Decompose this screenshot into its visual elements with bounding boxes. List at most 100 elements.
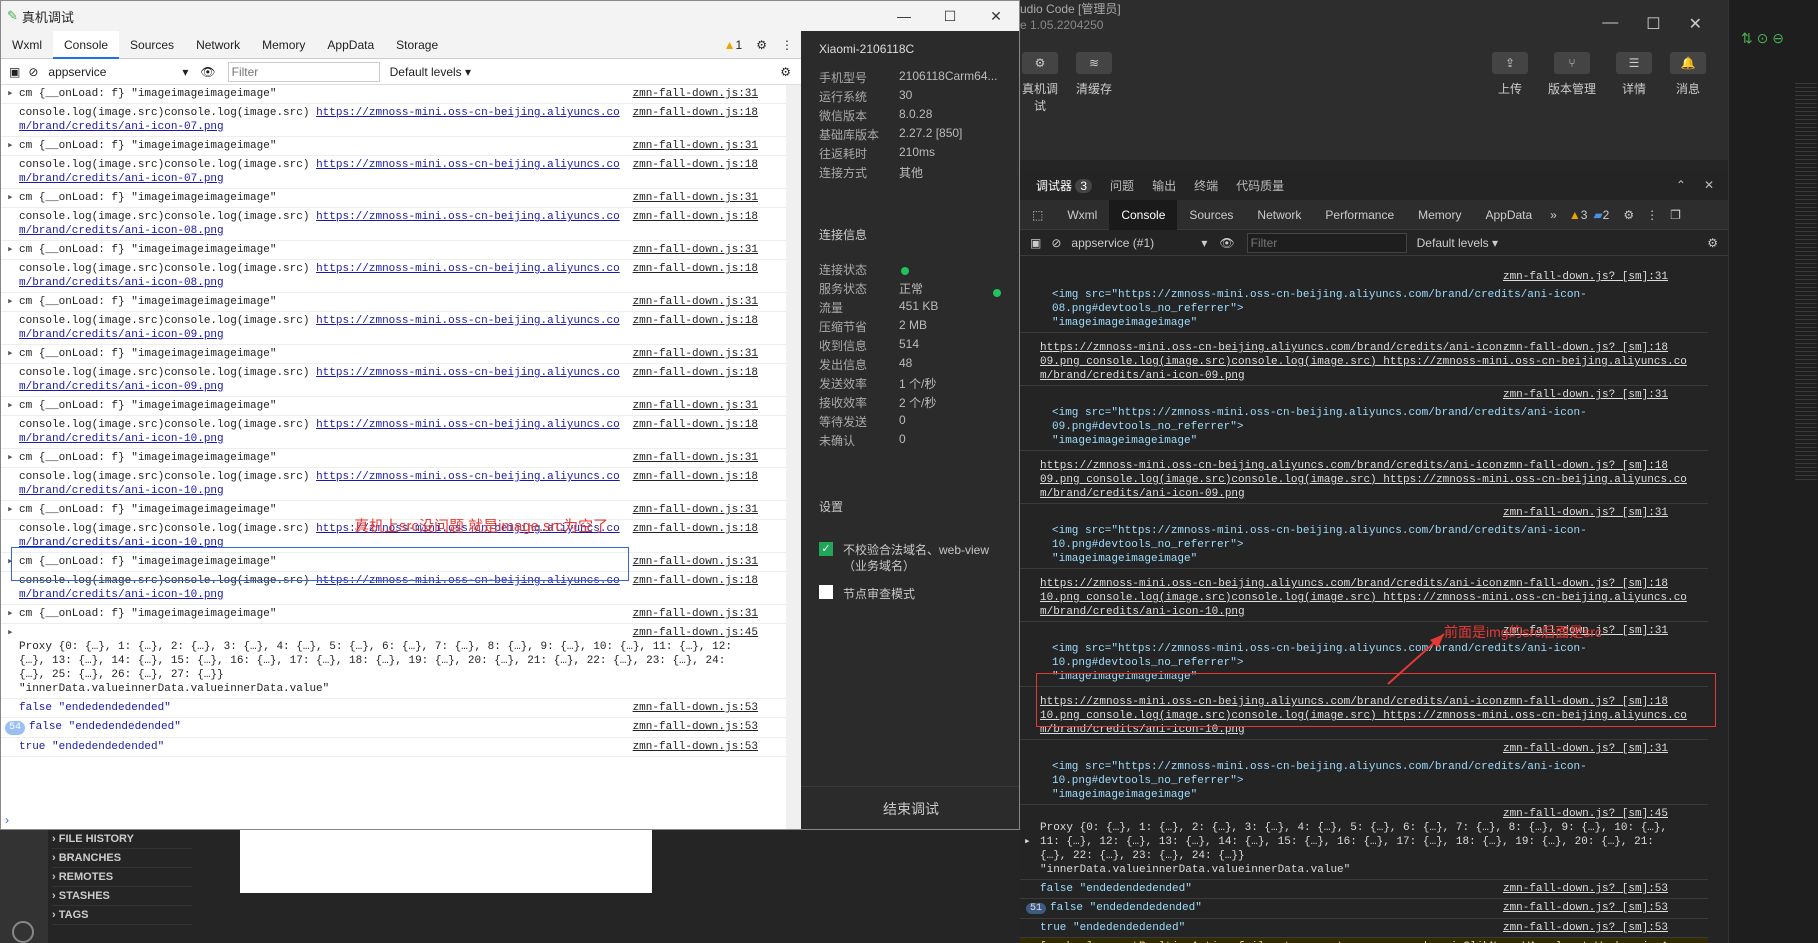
console-output[interactable]: zmn-fall-down.js? [sm]:31 <img src="http… xyxy=(1020,268,1708,943)
console-row-onload[interactable]: ▸ cm {__onLoad: f} "imageimageimageimage"… xyxy=(1,137,786,156)
source-link[interactable]: zmn-fall-down.js:18 xyxy=(633,418,758,432)
details-button[interactable]: ☰ 详情 xyxy=(1616,52,1652,97)
tab-debugger[interactable]: 调试器 3 xyxy=(1036,177,1093,194)
minimize-button[interactable]: — xyxy=(881,8,927,25)
dock-icon[interactable]: ❐ xyxy=(1670,208,1681,222)
url-link[interactable]: m/brand/credits/ani-icon-09.png xyxy=(19,381,224,393)
tab-sources[interactable]: Sources xyxy=(1177,200,1245,230)
version-button[interactable]: ⑂ 版本管理 xyxy=(1546,52,1598,97)
console-row-log[interactable]: console.log(image.src)console.log(image.… xyxy=(1,312,786,345)
real-debug-button[interactable]: ⚙ 真机调试 xyxy=(1020,52,1060,114)
expand-triangle-icon[interactable]: ▸ xyxy=(7,347,14,361)
tab-output[interactable]: 输出 xyxy=(1152,177,1176,194)
console-row-onload[interactable]: ▸ cm {__onLoad: f} "imageimageimageimage"… xyxy=(1,293,786,312)
tab-terminal[interactable]: 终端 xyxy=(1194,177,1218,194)
expand-triangle-icon[interactable]: ▸ xyxy=(7,626,14,640)
tab-wxml[interactable]: Wxml xyxy=(1055,200,1109,230)
checkbox-checked[interactable]: ✓ xyxy=(819,542,833,556)
source-link[interactable]: zmn-fall-down.js:31 xyxy=(633,191,758,205)
levels-select[interactable]: Default levels ▾ xyxy=(1417,236,1498,250)
expand-triangle-icon[interactable]: ▸ xyxy=(7,243,14,257)
console-row-bool[interactable]: 54 false "endedendedended" zmn-fall-down.j… xyxy=(1,718,786,738)
tab-code-quality[interactable]: 代码质量 xyxy=(1236,177,1284,194)
close-button[interactable]: ✕ xyxy=(973,8,1019,25)
gear-icon[interactable]: ⚙ xyxy=(756,38,767,52)
warning-count[interactable]: ▲3 xyxy=(1569,208,1588,222)
url-link[interactable]: https://zmnoss-mini.oss-cn-beijing.aliyu… xyxy=(316,367,620,379)
expand-triangle-icon[interactable]: ▸ xyxy=(7,191,14,205)
console-row-log[interactable]: console.log(image.src)console.log(image.… xyxy=(1,468,786,501)
more-tabs-icon[interactable]: » xyxy=(1544,208,1563,222)
source-link[interactable]: zmn-fall-down.js:18 xyxy=(633,314,758,328)
url-link[interactable]: m/brand/credits/ani-icon-07.png xyxy=(19,173,224,185)
source-link[interactable]: zmn-fall-down.js:31 xyxy=(633,451,758,465)
console-row-bool[interactable]: true "endedendedended" zmn-fall-down.js? … xyxy=(1020,919,1708,938)
source-link[interactable]: zmn-fall-down.js? [sm]:53 xyxy=(1503,882,1668,896)
chevron-up-icon[interactable]: ⌃ xyxy=(1676,178,1686,192)
console-row-log[interactable]: console.log(image.src)console.log(image.… xyxy=(1,364,786,397)
message-button[interactable]: 🔔 消息 xyxy=(1670,52,1706,97)
source-link[interactable]: zmn-fall-down.js? [sm]:31 xyxy=(1503,742,1668,756)
eye-icon[interactable]: 👁 xyxy=(1219,236,1234,250)
console-row-bool[interactable]: true "endedendedended" zmn-fall-down.js:5… xyxy=(1,738,786,757)
url-link[interactable]: m/brand/credits/ani-icon-10.png xyxy=(19,589,224,601)
sidebar-toggle-icon[interactable]: ▣ xyxy=(1030,236,1041,250)
git-section-branches[interactable]: › BRANCHES xyxy=(52,849,192,868)
expand-triangle-icon[interactable]: ▸ xyxy=(7,87,14,101)
more-icon[interactable]: ⋮ xyxy=(781,38,793,52)
console-row-src[interactable]: zmn-fall-down.js? [sm]:31 xyxy=(1020,268,1708,286)
source-link[interactable]: zmn-fall-down.js:31 xyxy=(633,555,758,569)
expand-triangle-icon[interactable]: ▸ xyxy=(7,503,14,517)
console-row-onload[interactable]: ▸ cm {__onLoad: f} "imageimageimageimage"… xyxy=(1,397,786,416)
console-row-bool[interactable]: false "endedendedended" zmn-fall-down.js?… xyxy=(1020,880,1708,899)
tab-memory[interactable]: Memory xyxy=(251,31,316,59)
checkbox[interactable] xyxy=(819,585,833,599)
console-row-src[interactable]: zmn-fall-down.js? [sm]:31 xyxy=(1020,504,1708,522)
source-link[interactable]: zmn-fall-down.js:53 xyxy=(633,740,758,754)
info-count[interactable]: ▰2 xyxy=(1593,208,1609,222)
context-select[interactable]: appservice (#1) ▾ xyxy=(1071,236,1207,250)
url-link[interactable]: m/brand/credits/ani-icon-09.png xyxy=(19,329,224,341)
close-button[interactable]: ✕ xyxy=(1689,14,1702,34)
context-select[interactable]: appservice ▾ xyxy=(48,65,188,79)
tab-sources[interactable]: Sources xyxy=(119,31,185,59)
tab-network[interactable]: Network xyxy=(185,31,251,59)
url-link[interactable]: https://zmnoss-mini.oss-cn-beijing.aliyu… xyxy=(316,419,620,431)
source-link[interactable]: zmn-fall-down.js? [sm]:31 xyxy=(1503,506,1668,520)
url-link[interactable]: https://zmnoss-mini.oss-cn-beijing.aliyu… xyxy=(316,263,620,275)
console-row-onload[interactable]: ▸ cm {__onLoad: f} "imageimageimageimage"… xyxy=(1,449,786,468)
expand-triangle-icon[interactable]: ▸ xyxy=(7,607,14,621)
console-settings-icon[interactable]: ⚙ xyxy=(780,65,791,79)
source-link[interactable]: zmn-fall-down.js:31 xyxy=(633,607,758,621)
console-row-img[interactable]: <img src="https://zmnoss-mini.oss-cn-bei… xyxy=(1020,758,1708,805)
console-row-onload[interactable]: ▸ cm {__onLoad: f} "imageimageimageimage"… xyxy=(1,241,786,260)
console-prompt[interactable]: › xyxy=(5,813,9,827)
url-link[interactable]: m/brand/credits/ani-icon-10.png xyxy=(19,433,224,445)
filter-input[interactable] xyxy=(1246,232,1407,253)
source-link[interactable]: zmn-fall-down.js? [sm]:18 xyxy=(1503,459,1668,473)
url-link[interactable]: https://zmnoss-mini.oss-cn-beijing.aliyu… xyxy=(316,315,620,327)
console-row-log[interactable]: console.log(image.src)console.log(image.… xyxy=(1,104,786,137)
console-row-log[interactable]: console.log(image.src)console.log(image.… xyxy=(1,208,786,241)
tab-memory[interactable]: Memory xyxy=(1406,200,1473,230)
minimize-button[interactable]: — xyxy=(1602,14,1618,34)
url-link[interactable]: m/brand/credits/ani-icon-08.png xyxy=(19,225,224,237)
account-icon[interactable] xyxy=(12,921,34,943)
inspect-icon[interactable]: ⬚ xyxy=(1020,208,1055,222)
console-settings-icon[interactable]: ⚙ xyxy=(1707,236,1718,250)
git-section-tags[interactable]: › TAGS xyxy=(52,906,192,925)
source-link[interactable]: zmn-fall-down.js? [sm]:18 xyxy=(1503,577,1668,591)
maximize-button[interactable]: ☐ xyxy=(1646,14,1660,34)
console-row-log[interactable]: https://zmnoss-mini.oss-cn-beijing.aliyu… xyxy=(1020,569,1708,622)
console-row-bool[interactable]: false "endedendedended" zmn-fall-down.js:… xyxy=(1,699,786,718)
maximize-button[interactable]: ☐ xyxy=(927,8,973,25)
console-row-log[interactable]: https://zmnoss-mini.oss-cn-beijing.aliyu… xyxy=(1020,451,1708,504)
console-row-onload[interactable]: ▸ cm {__onLoad: f} "imageimageimageimage"… xyxy=(1,605,786,624)
clear-icon[interactable]: ⊘ xyxy=(1051,236,1061,250)
tab-appdata[interactable]: AppData xyxy=(316,31,385,59)
url-link[interactable]: https://zmnoss-mini.oss-cn-beijing.aliyu… xyxy=(316,159,620,171)
source-link[interactable]: zmn-fall-down.js:18 xyxy=(633,470,758,484)
source-link[interactable]: zmn-fall-down.js:53 xyxy=(633,701,758,715)
source-link[interactable]: zmn-fall-down.js:18 xyxy=(633,262,758,276)
source-link[interactable]: zmn-fall-down.js:18 xyxy=(633,574,758,588)
